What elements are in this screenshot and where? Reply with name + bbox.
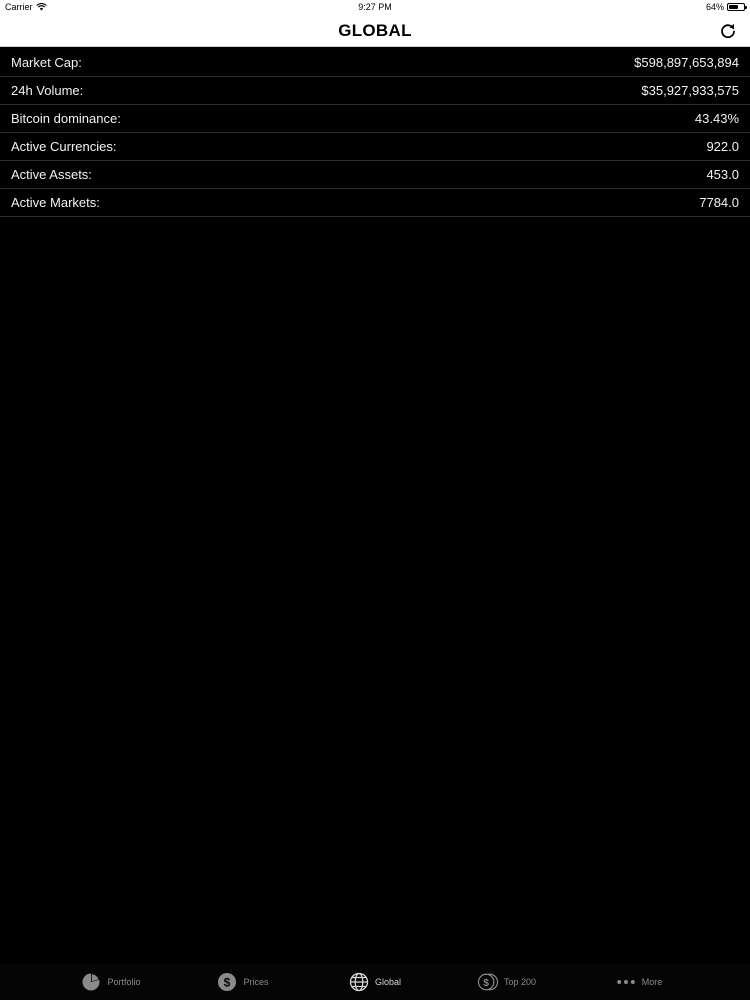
stat-row: Active Assets: 453.0: [0, 161, 750, 189]
refresh-icon[interactable]: [718, 21, 738, 41]
tab-label: Top 200: [503, 977, 537, 987]
stat-value: 922.0: [706, 139, 739, 154]
stat-label: 24h Volume:: [11, 83, 84, 98]
stat-label: Bitcoin dominance:: [11, 111, 121, 126]
dollar-icon: $: [217, 972, 237, 992]
tab-label: Prices: [243, 977, 269, 987]
tab-label: Global: [374, 977, 401, 987]
battery-icon: [727, 3, 747, 11]
stat-row: Market Cap: $598,897,653,894: [0, 49, 750, 77]
globe-icon: [349, 972, 369, 992]
stat-label: Active Currencies:: [11, 139, 117, 154]
coins-icon: $: [477, 972, 498, 992]
page-title: GLOBAL: [338, 21, 412, 40]
tab-top-200[interactable]: $ Top 200: [441, 964, 573, 1000]
svg-text:$: $: [483, 978, 489, 989]
navigation-bar: GLOBAL: [0, 14, 750, 47]
tab-label: Portfolio: [107, 977, 141, 987]
pie-chart-icon: [81, 972, 101, 992]
battery-group: 64%: [705, 0, 747, 14]
battery-fill: [729, 5, 738, 9]
stat-row: Bitcoin dominance: 43.43%: [0, 105, 750, 133]
global-stats-list: Market Cap: $598,897,653,894 24h Volume: $3…: [0, 49, 750, 217]
tab-label: More: [641, 977, 663, 987]
tab-prices[interactable]: $ Prices: [177, 964, 309, 1000]
stat-row: Active Currencies: 922.0: [0, 133, 750, 161]
stat-label: Market Cap:: [11, 55, 82, 70]
tab-global[interactable]: Global: [309, 964, 441, 1000]
stat-value: 453.0: [706, 167, 739, 182]
tab-bar: Portfolio $ Prices Global $ Top 200 More: [0, 964, 750, 1000]
tab-portfolio[interactable]: Portfolio: [45, 964, 177, 1000]
battery-percent: 64%: [705, 2, 724, 12]
tab-more[interactable]: More: [573, 964, 705, 1000]
svg-text:$: $: [224, 975, 231, 989]
status-bar: Carrier 9:27 PM 64%: [0, 0, 750, 14]
stat-value: 43.43%: [694, 111, 739, 126]
stat-row: Active Markets: 7784.0: [0, 189, 750, 217]
status-time: 9:27 PM: [358, 2, 392, 12]
stat-value: $598,897,653,894: [634, 55, 739, 70]
more-icon: [616, 972, 636, 992]
stat-row: 24h Volume: $35,927,933,575: [0, 77, 750, 105]
stat-value: 7784.0: [699, 195, 739, 210]
stat-label: Active Markets:: [11, 195, 100, 210]
stat-label: Active Assets:: [11, 167, 92, 182]
stat-value: $35,927,933,575: [641, 83, 739, 98]
